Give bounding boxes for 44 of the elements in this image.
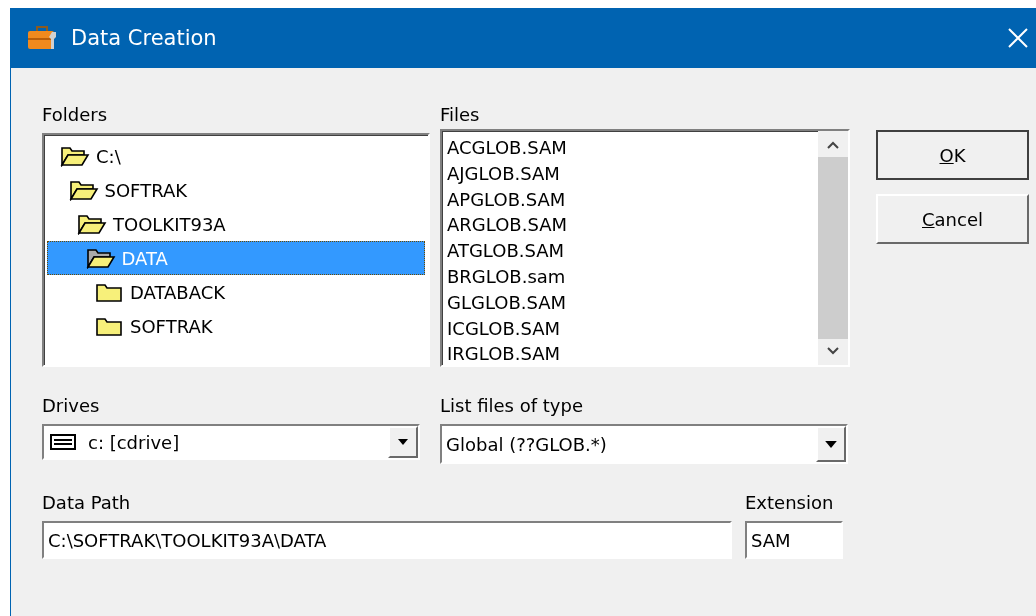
file-item[interactable]: BRGLOB.sam	[447, 264, 818, 290]
extension-field[interactable]: SAM	[745, 521, 843, 559]
window-title: Data Creation	[71, 26, 218, 50]
file-type-label: List files of type	[440, 395, 584, 416]
folder-item[interactable]: C:\	[47, 139, 425, 173]
file-item[interactable]: IRGLOB.SAM	[447, 341, 818, 368]
close-icon[interactable]	[1008, 28, 1028, 48]
dialog-button[interactable]: Cancel	[876, 194, 1029, 244]
folder-item[interactable]: TOOLKIT93A	[47, 207, 425, 241]
drive-dropdown[interactable]: c: [cdrive]	[42, 424, 420, 460]
folder-icon	[94, 281, 124, 303]
toolbox-icon	[27, 26, 59, 50]
open-folder-icon	[68, 179, 99, 201]
scroll-down-icon[interactable]	[827, 347, 839, 355]
extension-label: Extension	[745, 492, 835, 513]
file-item[interactable]: AJGLOB.SAM	[447, 160, 818, 187]
open-folder-icon	[60, 145, 90, 167]
folder-tree[interactable]: C:\ SOFTRAK TOOLKIT93A DATA DATABACK SOFTRAK	[42, 133, 430, 367]
folder-item[interactable]: SOFTRAK	[47, 309, 425, 343]
data-path-label: Data Path	[42, 492, 132, 513]
folder-icon	[94, 315, 124, 337]
file-item[interactable]: ACGLOB.SAM	[447, 135, 818, 161]
file-item[interactable]: ARGLOB.SAM	[447, 212, 818, 239]
scroll-thumb[interactable]	[818, 157, 848, 339]
file-item[interactable]: ICGLOB.SAM	[447, 315, 818, 342]
open-folder-icon	[85, 247, 116, 269]
files-label: Files	[440, 104, 481, 125]
folder-item[interactable]: SOFTRAK	[47, 173, 425, 207]
file-item[interactable]: ATGLOB.SAM	[447, 238, 818, 264]
file-list[interactable]: ACGLOB.SAM AJGLOB.SAM APGLOB.SAM ARGLOB.SAM ATGLOB.SAM BRGLOB.sam GLGLOB.SAM ICGLOB.SAM IRGLOB.SAM	[440, 129, 850, 367]
dropdown-arrow-icon	[825, 440, 837, 448]
folders-label: Folders	[42, 104, 108, 125]
scrollbar[interactable]	[818, 131, 848, 365]
folder-item[interactable]: DATABACK	[47, 275, 425, 309]
dialog-button[interactable]: OK	[876, 130, 1029, 180]
scroll-up-icon[interactable]	[827, 141, 839, 149]
data-path-field[interactable]: C:\SOFTRAK\TOOLKIT93A\DATA	[42, 521, 732, 559]
dropdown-arrow-icon	[398, 439, 408, 445]
file-item[interactable]: GLGLOB.SAM	[447, 289, 818, 316]
file-item[interactable]: APGLOB.SAM	[447, 186, 818, 213]
drive-icon	[50, 434, 76, 450]
file-type-dropdown[interactable]: Global (??GLOB.*)	[440, 424, 848, 464]
drives-label: Drives	[42, 395, 101, 416]
open-folder-icon	[77, 213, 107, 235]
